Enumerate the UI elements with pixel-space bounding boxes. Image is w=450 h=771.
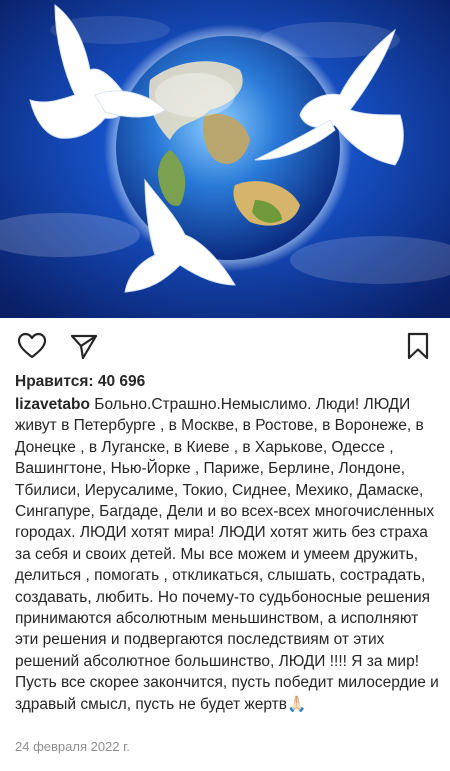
- bookmark-icon[interactable]: [402, 330, 434, 362]
- likes-count[interactable]: Нравится: 40 696: [15, 373, 145, 391]
- post-photo[interactable]: [0, 0, 450, 318]
- heart-icon[interactable]: [16, 330, 48, 362]
- globe-with-doves-image: [0, 0, 450, 318]
- post-action-bar: [0, 318, 450, 374]
- post-date: 24 февраля 2022 г.: [15, 739, 130, 754]
- post-caption: lizavetabo Больно.Страшно.Немыслимо. Люд…: [15, 394, 439, 715]
- send-icon[interactable]: [68, 330, 100, 362]
- caption-username[interactable]: lizavetabo: [15, 396, 90, 413]
- caption-text: Больно.Страшно.Немыслимо. Люди! ЛЮДИ жив…: [15, 396, 439, 713]
